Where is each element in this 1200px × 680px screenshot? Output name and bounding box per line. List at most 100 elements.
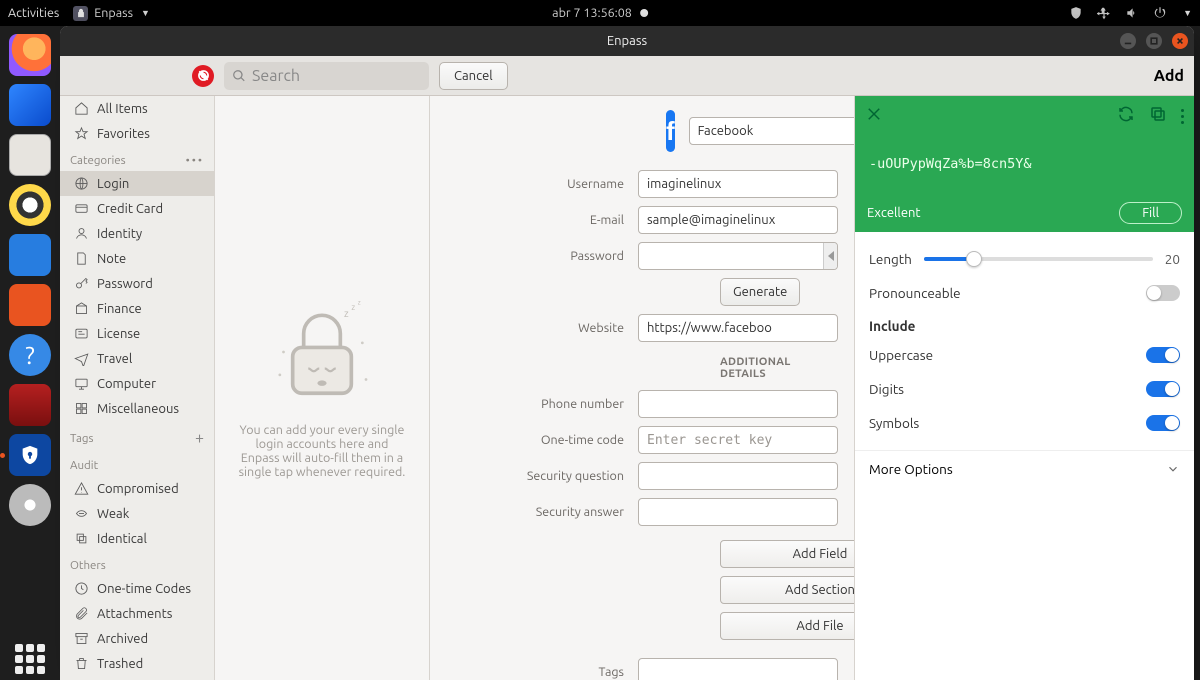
- item-title-input[interactable]: [689, 117, 854, 145]
- sidebar-item-computer[interactable]: Computer: [60, 371, 214, 396]
- window-minimize-button[interactable]: [1120, 33, 1136, 49]
- sidebar-item-license[interactable]: License: [60, 321, 214, 346]
- regenerate-button[interactable]: [1117, 105, 1135, 127]
- volume-icon[interactable]: [1125, 6, 1139, 20]
- empty-list-pane: z z z You can add your every single logi…: [215, 96, 430, 680]
- otp-label: One-time code: [446, 433, 624, 447]
- username-label: Username: [446, 177, 624, 191]
- cancel-button[interactable]: Cancel: [439, 62, 508, 90]
- uppercase-label: Uppercase: [869, 347, 933, 363]
- dock-screenshot[interactable]: [9, 384, 51, 426]
- dock-disk[interactable]: [9, 484, 51, 526]
- generator-more-button[interactable]: [1181, 109, 1184, 124]
- email-label: E-mail: [446, 213, 624, 227]
- more-options-button[interactable]: More Options: [855, 450, 1194, 487]
- copy-button[interactable]: [1149, 105, 1167, 127]
- close-generator-button[interactable]: [865, 105, 883, 127]
- categories-more-icon[interactable]: •••: [186, 154, 204, 167]
- window-close-button[interactable]: [1172, 33, 1188, 49]
- sidebar-compromised[interactable]: Compromised: [60, 476, 214, 501]
- username-input[interactable]: [638, 170, 838, 198]
- note-icon: [74, 251, 89, 266]
- empty-text: You can add your every single login acco…: [235, 423, 409, 479]
- secq-input[interactable]: [638, 462, 838, 490]
- duplicate-icon: [74, 531, 89, 546]
- sidebar-favorites[interactable]: Favorites: [60, 121, 214, 146]
- phone-label: Phone number: [446, 397, 624, 411]
- dock-rhythmbox[interactable]: [9, 184, 51, 226]
- sidebar-item-credit-card[interactable]: Credit Card: [60, 196, 214, 221]
- add-file-button[interactable]: Add File: [720, 612, 854, 640]
- length-slider[interactable]: [924, 257, 1153, 261]
- shield-tray-icon[interactable]: [1069, 6, 1083, 20]
- enpass-window: Enpass Search Cancel Add All Items Favor…: [60, 26, 1194, 680]
- trash-icon: [74, 656, 89, 671]
- otp-input[interactable]: [638, 426, 838, 454]
- phone-input[interactable]: [638, 390, 838, 418]
- length-label: Length: [869, 251, 912, 267]
- window-maximize-button[interactable]: [1146, 33, 1162, 49]
- dock-libreoffice[interactable]: [9, 234, 51, 276]
- chevron-down-icon[interactable]: ▼: [1183, 8, 1192, 18]
- pronounceable-toggle[interactable]: [1146, 285, 1180, 301]
- computer-icon: [74, 376, 89, 391]
- sidebar-archived[interactable]: Archived: [60, 626, 214, 651]
- password-label: Password: [446, 249, 624, 263]
- sidebar-identical[interactable]: Identical: [60, 526, 214, 551]
- symbols-label: Symbols: [869, 415, 919, 431]
- app-menu[interactable]: Enpass ▼: [73, 6, 150, 21]
- dock-software[interactable]: [9, 284, 51, 326]
- digits-toggle[interactable]: [1146, 381, 1180, 397]
- search-input[interactable]: Search: [224, 62, 429, 90]
- window-titlebar: Enpass: [60, 26, 1194, 56]
- sidebar: All Items Favorites Categories••• Login …: [60, 96, 215, 680]
- dock-files[interactable]: [9, 134, 51, 176]
- sidebar-trashed[interactable]: Trashed: [60, 651, 214, 676]
- sidebar-item-login[interactable]: Login: [60, 171, 214, 196]
- edit-form: f Username E-mail Password Generate Webs…: [430, 96, 854, 680]
- gnome-top-bar: Activities Enpass ▼ abr 7 13:56:08 ▼: [0, 0, 1200, 26]
- facebook-icon[interactable]: f: [666, 110, 675, 152]
- svg-text:z: z: [358, 299, 361, 306]
- website-label: Website: [446, 321, 624, 335]
- activities-button[interactable]: Activities: [8, 6, 59, 20]
- network-icon[interactable]: [1097, 6, 1111, 20]
- password-generator-trigger[interactable]: [823, 243, 837, 269]
- power-icon[interactable]: [1153, 6, 1167, 20]
- sidebar-all-items[interactable]: All Items: [60, 96, 214, 121]
- add-field-button[interactable]: Add Field: [720, 540, 854, 568]
- password-generator-panel: -uOUPypWqZa%b=8cn5Y& Excellent Fill Leng…: [854, 96, 1194, 680]
- tags-input[interactable]: [638, 658, 838, 680]
- dock-thunderbird[interactable]: [9, 84, 51, 126]
- dock-enpass[interactable]: [9, 434, 51, 476]
- sidebar-item-note[interactable]: Note: [60, 246, 214, 271]
- attachment-icon: [74, 606, 89, 621]
- fill-button[interactable]: Fill: [1119, 202, 1182, 224]
- seca-input[interactable]: [638, 498, 838, 526]
- add-section-button[interactable]: Add Section: [720, 576, 854, 604]
- add-button[interactable]: Add: [1154, 67, 1184, 85]
- sidebar-attachments[interactable]: Attachments: [60, 601, 214, 626]
- sidebar-item-finance[interactable]: Finance: [60, 296, 214, 321]
- sidebar-item-travel[interactable]: Travel: [60, 346, 214, 371]
- sidebar-otp[interactable]: One-time Codes: [60, 576, 214, 601]
- dock-show-apps[interactable]: [9, 638, 51, 680]
- dock-help[interactable]: ?: [9, 334, 51, 376]
- tags-label: Tags: [446, 665, 624, 679]
- sidebar-item-password[interactable]: Password: [60, 271, 214, 296]
- dock-firefox[interactable]: [9, 34, 51, 76]
- clock[interactable]: abr 7 13:56:08: [552, 6, 632, 20]
- sidebar-weak[interactable]: Weak: [60, 501, 214, 526]
- generate-button[interactable]: Generate: [720, 278, 800, 306]
- ubuntu-dock: ?: [0, 26, 60, 680]
- sidebar-item-identity[interactable]: Identity: [60, 221, 214, 246]
- sync-disabled-icon[interactable]: [192, 65, 214, 87]
- add-tag-button[interactable]: +: [195, 429, 204, 447]
- website-input[interactable]: [638, 314, 838, 342]
- password-input[interactable]: [638, 242, 838, 270]
- symbols-toggle[interactable]: [1146, 415, 1180, 431]
- uppercase-toggle[interactable]: [1146, 347, 1180, 363]
- sidebar-item-misc[interactable]: Miscellaneous: [60, 396, 214, 421]
- enpass-menubar-icon: [73, 6, 88, 21]
- email-input[interactable]: [638, 206, 838, 234]
